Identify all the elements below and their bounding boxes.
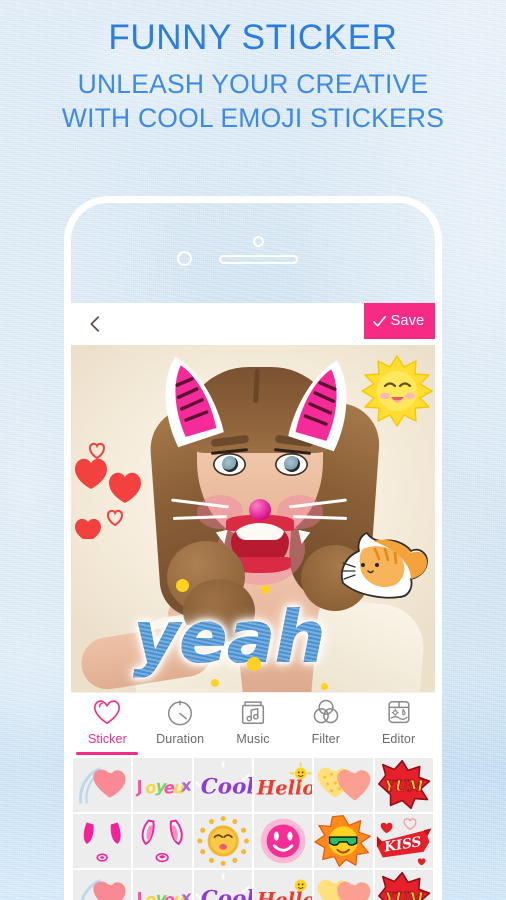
svg-text:Hello!: Hello! (256, 777, 312, 800)
model-eye-left (213, 453, 246, 476)
tab-filter-label: Filter (311, 732, 340, 746)
svg-text:x: x (179, 887, 192, 900)
sparkle-dot (261, 585, 270, 594)
sticker-yum-burst[interactable]: YUM (374, 870, 433, 900)
sun-sticker[interactable] (361, 355, 433, 427)
phone-top-bezel (71, 203, 435, 303)
orange-cat-sticker[interactable] (335, 527, 431, 603)
page-subtitle-line1: UNLEASH YOUR CREATIVE (77, 69, 429, 99)
sticker-yum-burst[interactable]: YUM (374, 758, 433, 812)
app-screen: Save yeah Sticker Duration Music Filter … (71, 303, 435, 900)
svg-text:J: J (133, 777, 145, 797)
sticker-heart-swoosh[interactable] (73, 758, 132, 812)
promo-header: FUNNY STICKER UNLEASH YOUR CREATIVE WITH… (0, 0, 506, 135)
save-button-label: Save (390, 313, 425, 329)
chevron-left-icon[interactable] (84, 313, 106, 335)
tab-duration[interactable]: Duration (144, 693, 217, 757)
sticker-joyeux-text[interactable]: J o y e u x (133, 758, 192, 812)
camera-dot-icon (177, 251, 192, 266)
yeah-word-sticker[interactable]: yeah (133, 595, 326, 679)
sticker-cool-text[interactable]: Cool (193, 758, 252, 812)
sticker-double-hearts[interactable] (314, 758, 373, 812)
sensor-dot-icon (253, 236, 264, 247)
tab-duration-label: Duration (156, 732, 205, 746)
sparkle-dot (247, 657, 261, 671)
music-box-icon (241, 701, 265, 724)
svg-text:YUM: YUM (384, 890, 424, 900)
page-title: FUNNY STICKER (108, 18, 398, 57)
active-tab-indicator (76, 752, 139, 755)
sticker-pink-smiley[interactable] (253, 814, 313, 868)
sticker-hello-text[interactable]: Hello! (253, 870, 313, 900)
sticker-cat-ears[interactable] (73, 814, 132, 868)
page-subtitle: UNLEASH YOUR CREATIVE WITH COOL EMOJI ST… (0, 67, 506, 135)
phone-edge-right (435, 303, 442, 900)
tab-music[interactable]: Music (217, 693, 290, 757)
tab-music-label: Music (236, 732, 270, 746)
heart-icon (94, 700, 121, 725)
sticker-sun-face[interactable] (193, 814, 252, 868)
editor-toolbar: Sticker Duration Music Filter Editor (71, 692, 435, 756)
sticker-double-hearts[interactable] (314, 870, 373, 900)
adjust-panel-icon (387, 700, 410, 724)
sparkle-dot (176, 579, 189, 592)
svg-text:Hello!: Hello! (256, 889, 312, 900)
speaker-slot-icon (219, 255, 298, 264)
timer-icon (168, 700, 193, 726)
phone-edge-left (64, 303, 71, 900)
svg-text:Cool: Cool (200, 887, 252, 900)
sticker-cool-text[interactable]: Cool (193, 870, 252, 900)
app-bar: Save (71, 303, 435, 345)
sticker-hello-text[interactable]: Hello! (253, 758, 313, 812)
hearts-sticker[interactable] (71, 437, 147, 539)
fang (215, 529, 231, 546)
sticker-cool-sun[interactable] (314, 814, 373, 868)
three-circles-icon (313, 699, 339, 724)
sticker-bunny-ears[interactable] (133, 814, 192, 868)
sparkle-dot (211, 679, 219, 687)
photo-canvas[interactable]: yeah (71, 345, 435, 692)
svg-text:Cool: Cool (200, 775, 252, 800)
tab-sticker-label: Sticker (87, 732, 127, 746)
sticker-kiss-banner[interactable]: KISS (374, 814, 433, 868)
page-subtitle-line2: WITH COOL EMOJI STICKERS (61, 103, 445, 133)
tab-editor[interactable]: Editor (362, 693, 435, 757)
svg-text:J: J (133, 889, 145, 900)
tab-sticker[interactable]: Sticker (71, 693, 144, 757)
check-icon (372, 315, 386, 327)
sticker-joyeux-text[interactable]: J o y e u x (133, 870, 192, 900)
sparkle-dot (321, 683, 328, 690)
save-button[interactable]: Save (364, 303, 435, 339)
cat-nose-icon (249, 499, 271, 521)
svg-text:YUM: YUM (384, 778, 424, 795)
tab-editor-label: Editor (381, 732, 416, 746)
tab-filter[interactable]: Filter (289, 693, 362, 757)
model-eye-right (275, 453, 308, 476)
sticker-grid: J o y e u x Cool Hello! (71, 756, 435, 900)
sticker-heart-swoosh[interactable] (73, 870, 132, 900)
